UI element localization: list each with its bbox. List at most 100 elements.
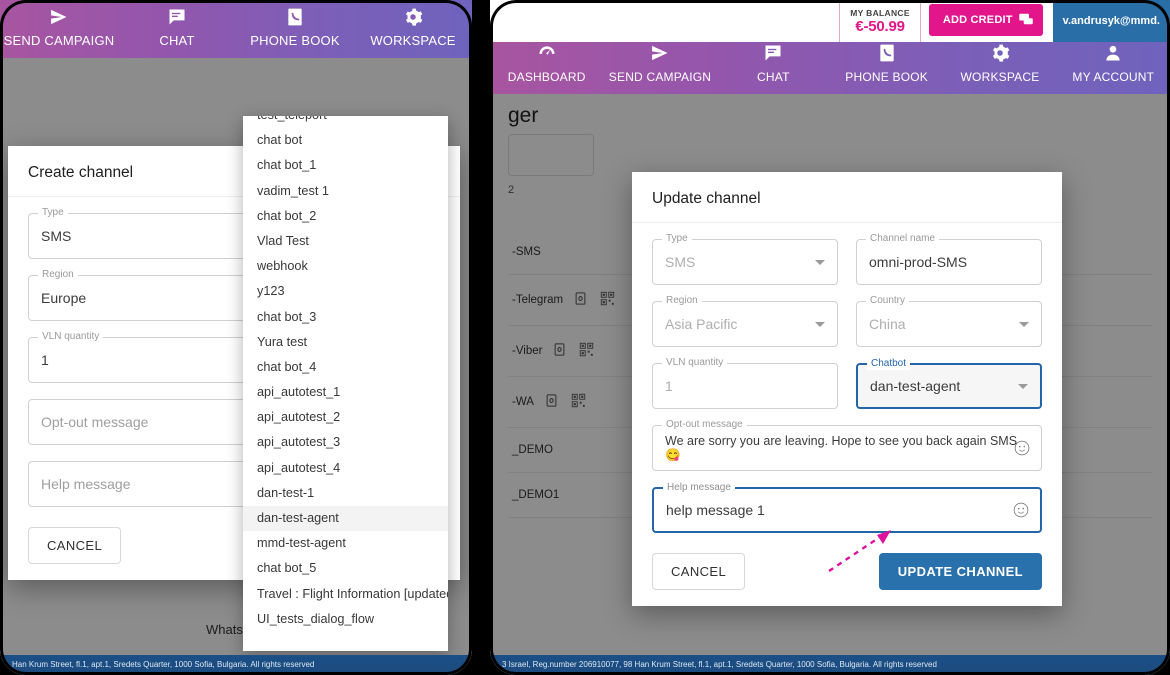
menu-item[interactable]: UI_tests_dialog_flow [243,607,448,632]
menu-item[interactable]: dan-test-agent [243,506,448,532]
account-top-bar: MY BALANCE €-50.99 ADD CREDIT v.andrusyk… [490,0,1170,42]
right-device-panel: MY BALANCE €-50.99 ADD CREDIT v.andrusyk… [490,0,1170,675]
nav-item-workspace[interactable]: WORKSPACE [354,0,472,58]
nav-item-dashboard[interactable]: DASHBOARD [490,36,603,94]
region-value: Europe [41,290,87,306]
menu-item[interactable]: chat bot_2 [243,204,448,229]
account-email-chip[interactable]: v.andrusyk@mmd. [1052,0,1170,42]
menu-item[interactable]: Vlad Test [243,229,448,254]
dashboard-icon [492,42,601,64]
left-footer-text: Han Krum Street, fl.1, apt.1, Sredets Qu… [12,660,315,669]
optout-message-legend: Opt-out message [662,419,747,431]
nav-item-phone-book[interactable]: PHONE BOOK [236,0,354,58]
nav-label: SEND CAMPAIGN [3,33,115,48]
menu-item[interactable]: y123 [243,279,448,304]
nav-label: SEND CAMPAIGN [608,70,712,84]
nav-label: WORKSPACE [370,33,456,48]
nav-label: WORKSPACE [960,70,1040,84]
type-legend: Type [38,207,68,219]
optout-message-value: We are sorry you are leaving. Hope to se… [665,433,1018,462]
credit-card-icon [1017,10,1035,31]
country-field[interactable]: Country China [856,295,1042,347]
type-value: SMS [665,254,696,270]
menu-item[interactable]: test_teleport [243,116,448,128]
add-credit-button[interactable]: ADD CREDIT [928,4,1043,36]
channel-name-value: omni-prod-SMS [869,254,968,270]
row-vln-chatbot: VLN quantity 1 Chatbot dan-test-agent [652,357,1042,425]
left-navigation-bar: SEND CAMPAIGN CHAT PHONE BOOK WORKSPACE [0,0,472,58]
update-channel-dialog: Update channel Type SMS Channel name omn… [632,172,1062,606]
menu-item[interactable]: chat bot_3 [243,305,448,330]
chatbot-field[interactable]: Chatbot dan-test-agent [856,358,1042,409]
chevron-down-icon [815,322,825,327]
nav-item-phone-book[interactable]: PHONE BOOK [830,36,943,94]
right-navigation-bar: DASHBOARD SEND CAMPAIGN CHAT PHONE BOOK … [490,42,1170,94]
menu-item[interactable]: chat bot_4 [243,355,448,380]
menu-item[interactable]: vadim_test 1 [243,179,448,204]
chatbot-select-menu[interactable]: test_teleportchat botchat bot_1vadim_tes… [243,116,448,651]
country-legend: Country [866,295,910,307]
country-value: China [869,316,906,332]
nav-item-send-campaign[interactable]: SEND CAMPAIGN [0,0,118,58]
nav-item-send-campaign[interactable]: SEND CAMPAIGN [603,36,716,94]
vln-quantity-field[interactable]: VLN quantity 1 [652,357,838,409]
balance-value: €-50.99 [855,17,905,35]
menu-item[interactable]: dan-test-1 [243,481,448,506]
update-channel-button[interactable]: UPDATE CHANNEL [878,553,1042,590]
nav-label: MY ACCOUNT [1072,70,1155,84]
region-field[interactable]: Region Asia Pacific [652,295,838,347]
chatbot-value: dan-test-agent [870,378,961,394]
left-footer: Han Krum Street, fl.1, apt.1, Sredets Qu… [0,655,472,675]
account-email: v.andrusyk@mmd. [1062,15,1160,27]
menu-item[interactable]: chat bot [243,128,448,153]
menu-item[interactable]: api_autotest_3 [243,430,448,455]
add-credit-label: ADD CREDIT [942,14,1013,26]
send-icon [605,42,714,64]
type-field[interactable]: Type SMS [652,233,838,285]
dialog-header: Update channel [632,172,1062,223]
chat-icon [120,6,234,28]
nav-item-chat[interactable]: CHAT [118,0,236,58]
menu-item[interactable]: api_autotest_4 [243,456,448,481]
nav-label: CHAT [757,70,790,84]
chevron-down-icon [1019,322,1029,327]
menu-item[interactable]: api_autotest_1 [243,380,448,405]
menu-item[interactable]: api_autotest_2 [243,405,448,430]
cancel-button[interactable]: CANCEL [652,553,746,590]
chevron-down-icon[interactable] [1018,384,1028,389]
balance-label: MY BALANCE [850,7,910,18]
user-icon [1059,42,1168,64]
row-type-channelname: Type SMS Channel name omni-prod-SMS [652,233,1042,301]
emoji-picker-icon[interactable] [1012,501,1030,519]
region-legend: Region [662,295,702,307]
nav-item-workspace[interactable]: WORKSPACE [943,36,1056,94]
menu-item[interactable]: Yura test [243,330,448,355]
region-legend: Region [38,269,78,281]
channel-name-field[interactable]: Channel name omni-prod-SMS [856,233,1042,285]
send-icon [2,6,116,28]
emoji-picker-icon[interactable] [1013,439,1031,457]
chat-icon [719,42,828,64]
phone-book-icon [832,42,941,64]
vln-quantity-value: 1 [41,352,49,368]
optout-message-field[interactable]: Opt-out message We are sorry you are lea… [652,419,1042,471]
menu-item[interactable]: Travel : Flight Information [updated] [243,582,448,607]
menu-item[interactable]: chat bot_1 [243,153,448,178]
help-message-placeholder: Help message [41,476,131,492]
help-message-legend: Help message [663,482,735,494]
menu-item[interactable]: mmd-test-agent [243,531,448,556]
nav-item-my-account[interactable]: MY ACCOUNT [1057,36,1170,94]
type-value: SMS [41,228,72,244]
row-region-country: Region Asia Pacific Country China [652,295,1042,363]
dialog-body: Type SMS Channel name omni-prod-SMS Regi… [632,223,1062,606]
channel-name-legend: Channel name [866,233,940,245]
chatbot-legend: Chatbot [867,358,911,370]
cancel-button[interactable]: CANCEL [28,527,122,564]
nav-label: DASHBOARD [507,70,586,84]
nav-item-chat[interactable]: CHAT [717,36,830,94]
menu-item[interactable]: webhook [243,254,448,279]
screenshot-stage: SEND CAMPAIGN CHAT PHONE BOOK WORKSPACE … [0,0,1170,675]
chatbot-select-list[interactable]: test_teleportchat botchat bot_1vadim_tes… [243,116,448,632]
menu-item[interactable]: chat bot_5 [243,556,448,581]
help-message-field[interactable]: Help message help message 1 [652,482,1042,533]
